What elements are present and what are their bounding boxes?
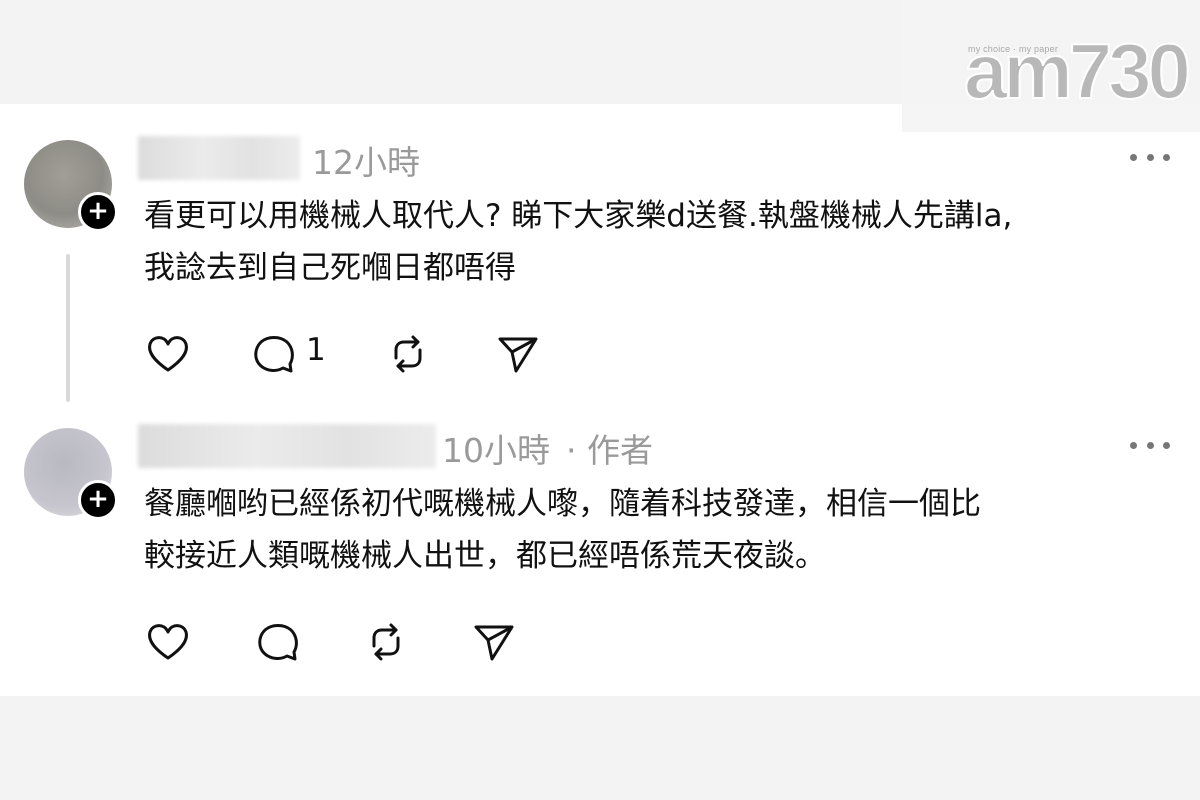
repost-icon[interactable]	[362, 618, 410, 666]
logo-wordmark: am730	[963, 26, 1192, 116]
post-time: 12小時	[312, 143, 420, 182]
reply-count: 1	[306, 332, 326, 368]
follow-plus-icon[interactable]: +	[78, 192, 118, 232]
send-icon[interactable]	[470, 618, 518, 666]
username-blurred[interactable]	[138, 424, 436, 468]
post-body: 餐廳嗰哟已經係初代嘅機械人嚟，隨着科技發達，相信一個比 較接近人類嘅機械人出世，…	[144, 478, 1174, 582]
more-options-icon[interactable]	[1130, 438, 1170, 452]
heart-icon[interactable]	[144, 618, 192, 666]
post-text-line: 餐廳嗰哟已經係初代嘅機械人嚟，隨着科技發達，相信一個比	[144, 486, 981, 522]
author-tag: · 作者	[566, 431, 653, 470]
post-text-line: 看更可以用機械人取代人? 睇下大家樂d送餐.執盤機械人先講la,	[144, 198, 1013, 234]
comment-icon[interactable]	[250, 330, 298, 378]
post-body: 看更可以用機械人取代人? 睇下大家樂d送餐.執盤機械人先講la, 我諗去到自己死…	[144, 190, 1174, 294]
comment-icon[interactable]	[254, 618, 302, 666]
send-icon[interactable]	[494, 330, 542, 378]
username-blurred[interactable]	[138, 136, 300, 180]
post-text-line: 較接近人類嘅機械人出世，都已經唔係荒天夜談。	[144, 538, 826, 574]
heart-icon[interactable]	[144, 330, 192, 378]
thread-connector-line	[66, 254, 70, 402]
post-text-line: 我諗去到自己死嗰日都唔得	[144, 250, 516, 286]
repost-icon[interactable]	[384, 330, 432, 378]
more-options-icon[interactable]	[1130, 150, 1170, 164]
follow-plus-icon[interactable]: +	[78, 480, 118, 520]
post-time: 10小時	[442, 431, 550, 470]
am730-logo: my choice · my paper am730	[902, 0, 1200, 132]
